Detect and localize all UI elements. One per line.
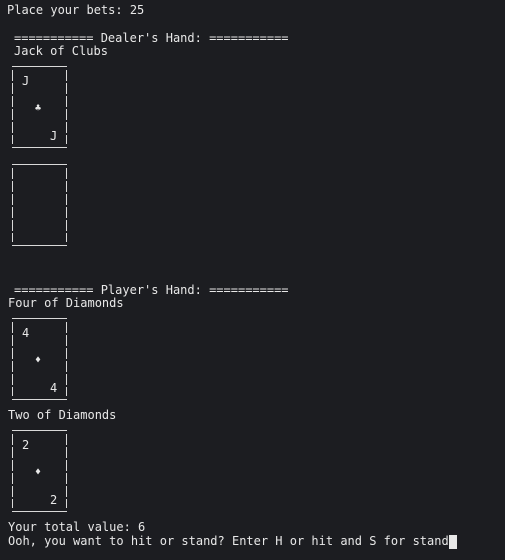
- player-card-1-rank-top: 4: [22, 326, 30, 340]
- player-card-1: 4 ♦ 4: [12, 318, 67, 400]
- player-card-1-name: Four of Diamonds: [8, 296, 124, 310]
- clubs-suit-icon: ♣: [35, 103, 42, 114]
- bet-line: Place your bets: 25: [7, 3, 145, 17]
- dealer-card-2-face-down: [12, 164, 67, 246]
- hit-or-stand-prompt: Ooh, you want to hit or stand? Enter H o…: [8, 534, 456, 548]
- player-card-2: 2 ♦ 2: [12, 430, 67, 512]
- player-card-2-rank-bottom: 2: [50, 493, 58, 507]
- player-card-2-name: Two of Diamonds: [8, 408, 117, 422]
- player-card-2-rank-top: 2: [22, 438, 30, 452]
- terminal-cursor[interactable]: [449, 535, 457, 549]
- dealer-card-1-rank-top: J: [22, 74, 30, 88]
- dealer-card-1-rank-bottom: J: [50, 129, 58, 143]
- diamonds-suit-icon: ♦: [35, 355, 42, 366]
- total-value-line: Your total value: 6: [8, 520, 146, 534]
- terminal-window[interactable]: Place your bets: 25 =========== Dealer's…: [0, 0, 505, 560]
- dealer-card-1-name: Jack of Clubs: [14, 44, 108, 58]
- dealer-card-1: J ♣ J: [12, 66, 67, 148]
- diamonds-suit-icon: ♦: [35, 467, 42, 478]
- player-card-1-rank-bottom: 4: [50, 381, 58, 395]
